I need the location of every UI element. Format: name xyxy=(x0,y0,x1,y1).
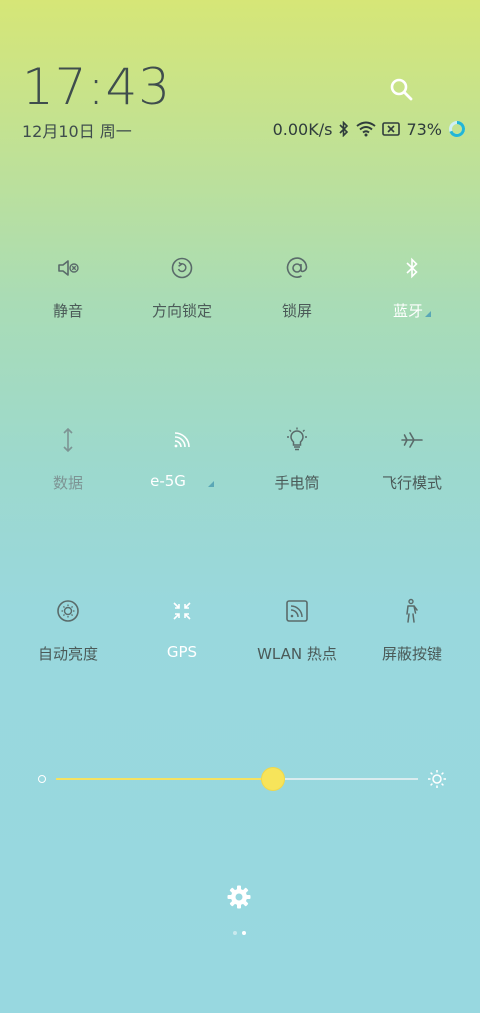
tile-wifi[interactable]: e-5G xyxy=(124,426,240,490)
tile-lock-screen[interactable]: 锁屏 xyxy=(239,254,355,321)
wifi-status-icon xyxy=(356,121,377,137)
bluetooth-icon xyxy=(406,257,418,279)
brightness-low-icon xyxy=(38,775,46,783)
page-indicator xyxy=(233,931,246,935)
tile-label: 蓝牙 xyxy=(392,302,423,320)
flashlight-icon xyxy=(287,427,307,451)
tile-gps[interactable]: GPS xyxy=(124,597,240,661)
block-keys-icon xyxy=(406,598,418,623)
rotation-lock-icon xyxy=(171,257,193,279)
net-speed: 0.00K/s xyxy=(272,119,333,139)
tile-mobile-data[interactable]: 数据 xyxy=(10,426,126,493)
expand-indicator-icon xyxy=(425,311,431,317)
tile-label: 自动亮度 xyxy=(37,645,98,663)
tile-auto-brightness[interactable]: 自动亮度 xyxy=(10,597,126,664)
brightness-slider[interactable] xyxy=(36,764,448,794)
hotspot-icon xyxy=(286,600,308,622)
brightness-high-icon xyxy=(428,770,446,788)
mobile-data-icon xyxy=(63,427,73,453)
tile-label: 数据 xyxy=(52,474,83,492)
search-icon[interactable] xyxy=(388,76,416,104)
tile-hotspot[interactable]: WLAN 热点 xyxy=(239,597,355,664)
tile-label: 手电筒 xyxy=(274,474,320,492)
settings-gear-icon[interactable] xyxy=(226,884,252,910)
expand-indicator-icon xyxy=(207,481,214,487)
tile-label: 飞行模式 xyxy=(381,474,442,492)
bluetooth-status-icon xyxy=(339,121,349,137)
brightness-fill xyxy=(56,778,274,780)
tile-rotation-lock[interactable]: 方向锁定 xyxy=(124,254,240,321)
tile-label: 锁屏 xyxy=(281,302,312,320)
brightness-knob[interactable] xyxy=(262,768,285,790)
gps-icon xyxy=(173,602,191,620)
tile-block-keys[interactable]: 屏蔽按键 xyxy=(354,597,470,664)
auto-brightness-icon xyxy=(57,600,79,622)
battery-text: 73% xyxy=(406,119,442,139)
tile-mute[interactable]: 静音 xyxy=(10,254,126,321)
tile-label: WLAN 热点 xyxy=(257,645,337,663)
lock-screen-icon xyxy=(286,257,308,278)
page-dot-active xyxy=(242,931,246,935)
clock-time: 17:43 xyxy=(22,58,172,116)
tile-airplane[interactable]: 飞行模式 xyxy=(354,426,470,493)
tile-label: 屏蔽按键 xyxy=(381,645,442,663)
tile-bluetooth[interactable]: 蓝牙 xyxy=(354,254,470,321)
battery-ring-icon xyxy=(449,121,465,137)
tile-label: e-5G xyxy=(150,472,186,490)
wifi-signal-icon xyxy=(174,432,190,448)
airplane-icon xyxy=(401,432,423,448)
page-dot xyxy=(233,931,237,935)
mute-icon xyxy=(58,260,79,276)
tile-label: 静音 xyxy=(52,302,83,320)
no-sim-icon xyxy=(382,122,401,136)
tile-label: 方向锁定 xyxy=(151,302,212,320)
tile-flashlight[interactable]: 手电筒 xyxy=(239,426,355,493)
status-bar: 0.00K/s 73% xyxy=(273,118,466,140)
clock-date: 12月10日 周一 xyxy=(22,122,132,141)
tile-label: GPS xyxy=(166,643,198,661)
